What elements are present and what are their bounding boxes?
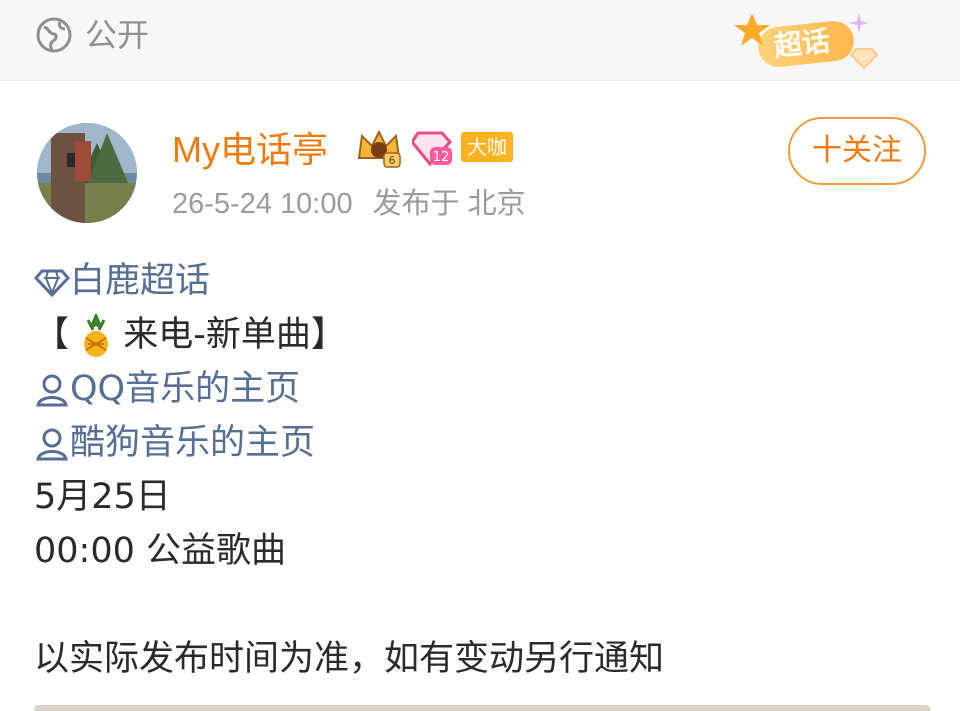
topic-link[interactable]: 白鹿超话 xyxy=(34,254,934,308)
visibility-label: 公开 xyxy=(85,16,150,54)
sparkle-icon xyxy=(849,13,869,33)
user-icon xyxy=(36,374,68,407)
release-time: 00:00 公益歌曲 xyxy=(34,531,286,571)
author-name[interactable]: My电话亭 xyxy=(172,128,328,172)
title-bracket: 【 xyxy=(34,315,70,355)
kugou-music-link-text: 酷狗音乐的主页 xyxy=(70,423,316,463)
gem-level: 12 xyxy=(433,150,450,165)
qq-music-link-text: QQ音乐的主页 xyxy=(70,369,301,409)
post-meta: 26-5-24 10:00 发布于 北京 xyxy=(172,184,526,224)
follow-button[interactable]: 十关注 xyxy=(788,117,926,185)
avatar-image xyxy=(37,123,137,223)
media-preview-edge[interactable] xyxy=(34,705,930,711)
topic-text: 白鹿超话 xyxy=(70,261,211,301)
avatar[interactable] xyxy=(37,123,137,223)
post-location: 发布于 北京 xyxy=(372,188,526,220)
crown-badge-icon: 6 xyxy=(357,129,401,168)
release-date: 5月25日 xyxy=(34,477,171,517)
title-line: 【 来电-新单曲】 xyxy=(34,308,934,362)
gem-badge-icon: 12 xyxy=(412,131,453,167)
diamond-icon xyxy=(850,48,878,70)
pineapple-icon xyxy=(84,314,109,357)
post-time: 26-5-24 10:00 xyxy=(172,188,353,220)
release-note: 以实际发布时间为准，如有变动另行通知 xyxy=(34,639,665,679)
globe-icon xyxy=(36,17,72,53)
crown-level: 6 xyxy=(389,154,396,167)
user-icon xyxy=(36,428,68,461)
supertopic-badge-label: 超话 xyxy=(772,24,832,63)
diamond-topic-icon xyxy=(34,269,70,297)
star-icon xyxy=(734,13,770,46)
level-tag: 大咖 xyxy=(461,132,513,162)
kugou-music-link[interactable]: 酷狗音乐的主页 xyxy=(34,416,934,470)
title-text: 来电-新单曲】 xyxy=(123,315,346,355)
visibility-bar: 公开 超话 xyxy=(0,0,960,81)
post-content: 白鹿超话 【 来电-新单曲】 QQ音乐的主页 酷狗音乐的主页 5月25日 00:… xyxy=(34,254,934,686)
supertopic-badge[interactable]: 超话 xyxy=(732,8,880,74)
qq-music-link[interactable]: QQ音乐的主页 xyxy=(34,362,934,416)
